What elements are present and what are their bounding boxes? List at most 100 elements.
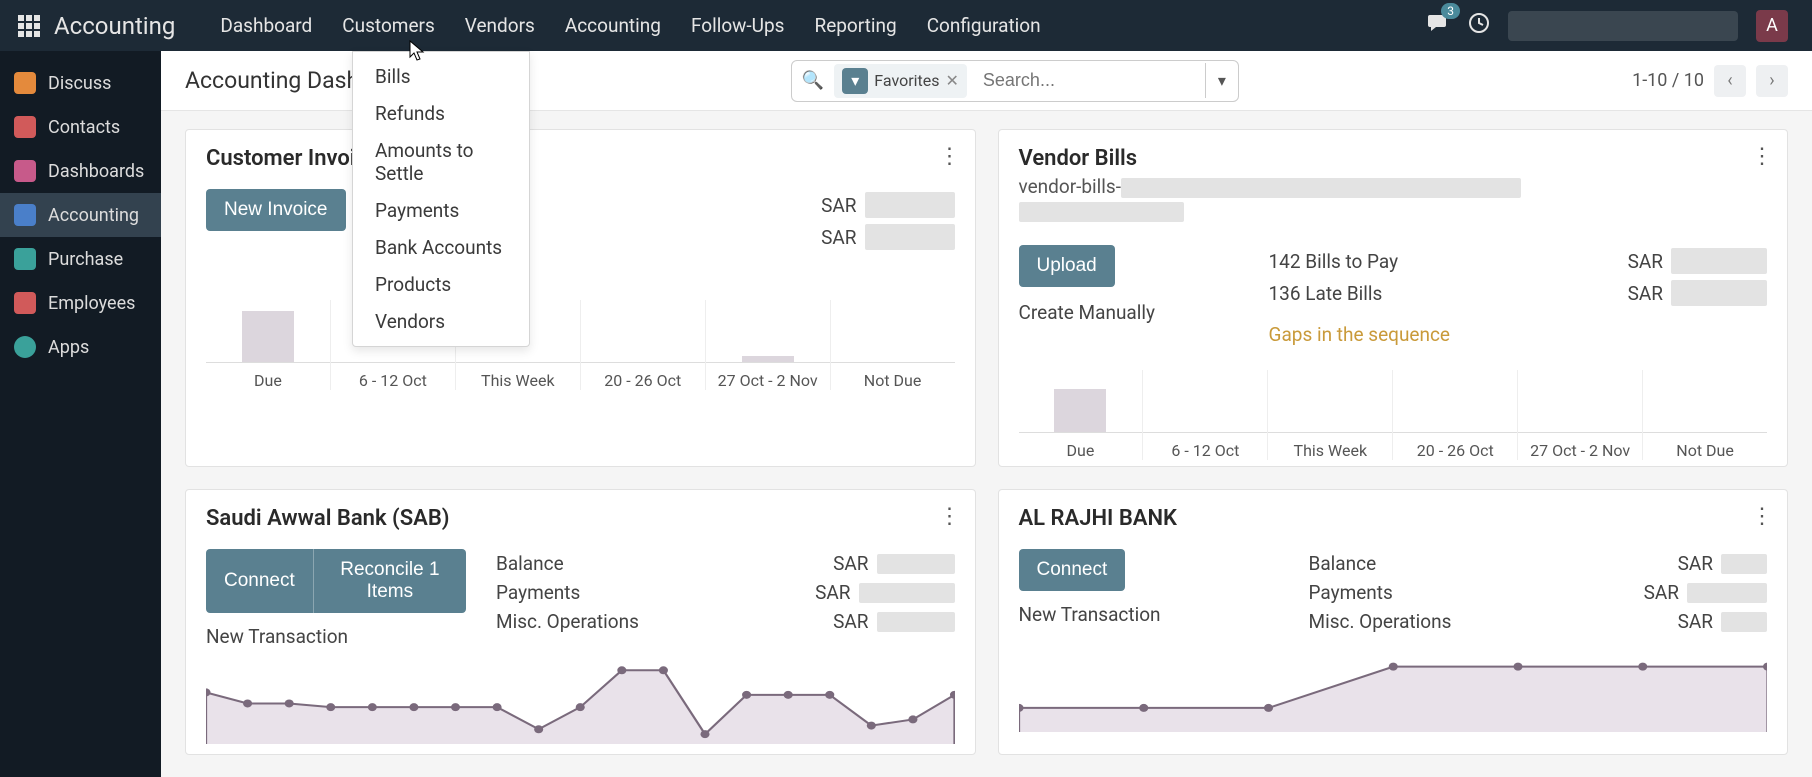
- app-title[interactable]: Accounting: [54, 12, 175, 40]
- kv-label[interactable]: Balance: [1309, 552, 1377, 575]
- sidebar-item-discuss[interactable]: Discuss: [0, 61, 161, 105]
- redacted-value: [1671, 280, 1767, 306]
- reconcile-button[interactable]: Reconcile 1 Items: [314, 549, 466, 613]
- dropdown-item-payments[interactable]: Payments: [353, 192, 529, 229]
- messages-badge: 3: [1441, 3, 1460, 19]
- kv-label[interactable]: Misc. Operations: [496, 610, 639, 633]
- sidebar-item-contacts[interactable]: Contacts: [0, 105, 161, 149]
- sidebar-item-label: Accounting: [48, 205, 139, 226]
- currency: SAR: [821, 226, 856, 249]
- nav-accounting[interactable]: Accounting: [550, 14, 676, 37]
- top-nav: Accounting Dashboard Customers Vendors A…: [0, 0, 1812, 51]
- favorites-chip[interactable]: ▾ Favorites ✕: [834, 64, 967, 98]
- kv-label[interactable]: Misc. Operations: [1309, 610, 1452, 633]
- dropdown-item-amounts-to-settle[interactable]: Amounts to Settle: [353, 132, 529, 192]
- sidebar-item-purchase[interactable]: Purchase: [0, 237, 161, 281]
- top-search-input[interactable]: [1508, 11, 1738, 41]
- currency: SAR: [1644, 581, 1679, 604]
- vb-bar-chart: Due6 - 12 OctThis Week20 - 26 Oct27 Oct …: [1019, 370, 1768, 460]
- card-title[interactable]: AL RAJHI BANK: [1019, 506, 1768, 531]
- sidebar-item-label: Contacts: [48, 117, 120, 138]
- redacted-value: [877, 554, 955, 574]
- connect-button[interactable]: Connect: [1019, 549, 1126, 591]
- nav-vendors[interactable]: Vendors: [450, 14, 550, 37]
- redacted-value: [859, 583, 955, 603]
- currency: SAR: [1628, 250, 1663, 273]
- clock-icon[interactable]: [1468, 12, 1490, 39]
- upload-button[interactable]: Upload: [1019, 245, 1115, 287]
- search-caret-icon[interactable]: ▾: [1205, 63, 1238, 98]
- currency: SAR: [1628, 282, 1663, 305]
- gaps-link[interactable]: Gaps in the sequence: [1269, 323, 1768, 346]
- card-menu-icon[interactable]: ⋮: [939, 144, 959, 169]
- currency: SAR: [821, 194, 856, 217]
- redacted-value: [1671, 248, 1767, 274]
- kv-label[interactable]: 136 Late Bills: [1269, 282, 1383, 305]
- cursor-icon: [409, 40, 425, 62]
- pager-prev[interactable]: ‹: [1714, 65, 1746, 97]
- sidebar-item-accounting[interactable]: Accounting: [0, 193, 161, 237]
- nav-followups[interactable]: Follow-Ups: [676, 14, 800, 37]
- create-manually-link[interactable]: Create Manually: [1019, 301, 1239, 324]
- kv-label[interactable]: 142 Bills to Pay: [1269, 250, 1399, 273]
- dropdown-item-refunds[interactable]: Refunds: [353, 95, 529, 132]
- search-input[interactable]: [975, 70, 1205, 91]
- redacted-value: [1687, 583, 1767, 603]
- search-icon[interactable]: 🔍: [792, 70, 834, 91]
- currency: SAR: [833, 610, 868, 633]
- pager: 1-10 / 10 ‹ ›: [1632, 65, 1788, 97]
- card-title[interactable]: Customer Invoices: [206, 146, 955, 171]
- dropdown-item-products[interactable]: Products: [353, 266, 529, 303]
- sidebar: Discuss Contacts Dashboards Accounting P…: [0, 51, 161, 777]
- redacted-value: [1721, 612, 1767, 632]
- kv-label[interactable]: Payments: [1309, 581, 1393, 604]
- sidebar-item-label: Dashboards: [48, 161, 144, 182]
- chip-label: Favorites: [874, 71, 939, 90]
- card-title[interactable]: Saudi Awwal Bank (SAB): [206, 506, 955, 531]
- card-menu-icon[interactable]: ⋮: [1751, 144, 1771, 169]
- sidebar-item-label: Apps: [48, 337, 89, 358]
- redacted-value: [865, 224, 955, 250]
- sidebar-item-apps[interactable]: Apps: [0, 325, 161, 369]
- filter-icon: ▾: [842, 68, 868, 94]
- card-title[interactable]: Vendor Bills: [1019, 146, 1768, 171]
- new-transaction-link[interactable]: New Transaction: [206, 625, 466, 648]
- card-menu-icon[interactable]: ⋮: [1751, 504, 1771, 529]
- sidebar-item-employees[interactable]: Employees: [0, 281, 161, 325]
- rajhi-line-chart: [1019, 646, 1768, 732]
- vendors-dropdown: Bills Refunds Amounts to Settle Payments…: [352, 51, 530, 347]
- main: Bills Refunds Amounts to Settle Payments…: [161, 51, 1812, 777]
- nav-customers[interactable]: Customers: [327, 14, 450, 37]
- searchbox[interactable]: 🔍 ▾ Favorites ✕ ▾: [791, 60, 1239, 102]
- sidebar-item-dashboards[interactable]: Dashboards: [0, 149, 161, 193]
- card-subtitle: vendor-bills-: [1019, 175, 1768, 198]
- nav-dashboard[interactable]: Dashboard: [205, 14, 327, 37]
- sidebar-item-label: Employees: [48, 293, 135, 314]
- messages-icon[interactable]: 3: [1428, 13, 1450, 38]
- ci-bar-chart: Due6 - 12 OctThis Week20 - 26 Oct27 Oct …: [206, 300, 955, 390]
- new-transaction-link[interactable]: New Transaction: [1019, 603, 1279, 626]
- card-vendor-bills: ⋮ Vendor Bills vendor-bills- Upload Crea…: [998, 129, 1789, 467]
- redacted-value: [1019, 202, 1184, 222]
- redacted-value: [865, 192, 955, 218]
- card-customer-invoices: ⋮ Customer Invoices New Invoice paid Inv…: [185, 129, 976, 467]
- card-menu-icon[interactable]: ⋮: [939, 504, 959, 529]
- kv-label[interactable]: Payments: [496, 581, 580, 604]
- avatar[interactable]: A: [1756, 10, 1788, 42]
- currency: SAR: [1678, 552, 1713, 575]
- connect-button[interactable]: Connect: [206, 549, 314, 613]
- apps-grid-icon[interactable]: [18, 15, 40, 37]
- new-invoice-button[interactable]: New Invoice: [206, 189, 346, 231]
- dropdown-item-bank-accounts[interactable]: Bank Accounts: [353, 229, 529, 266]
- pager-next[interactable]: ›: [1756, 65, 1788, 97]
- currency: SAR: [833, 552, 868, 575]
- dropdown-item-bills[interactable]: Bills: [353, 58, 529, 95]
- nav-reporting[interactable]: Reporting: [799, 14, 911, 37]
- dropdown-item-vendors[interactable]: Vendors: [353, 303, 529, 340]
- pager-text[interactable]: 1-10 / 10: [1632, 70, 1704, 91]
- currency: SAR: [1678, 610, 1713, 633]
- kv-label[interactable]: Balance: [496, 552, 564, 575]
- nav-configuration[interactable]: Configuration: [912, 14, 1056, 37]
- chip-remove-icon[interactable]: ✕: [946, 71, 959, 90]
- sidebar-item-label: Discuss: [48, 73, 111, 94]
